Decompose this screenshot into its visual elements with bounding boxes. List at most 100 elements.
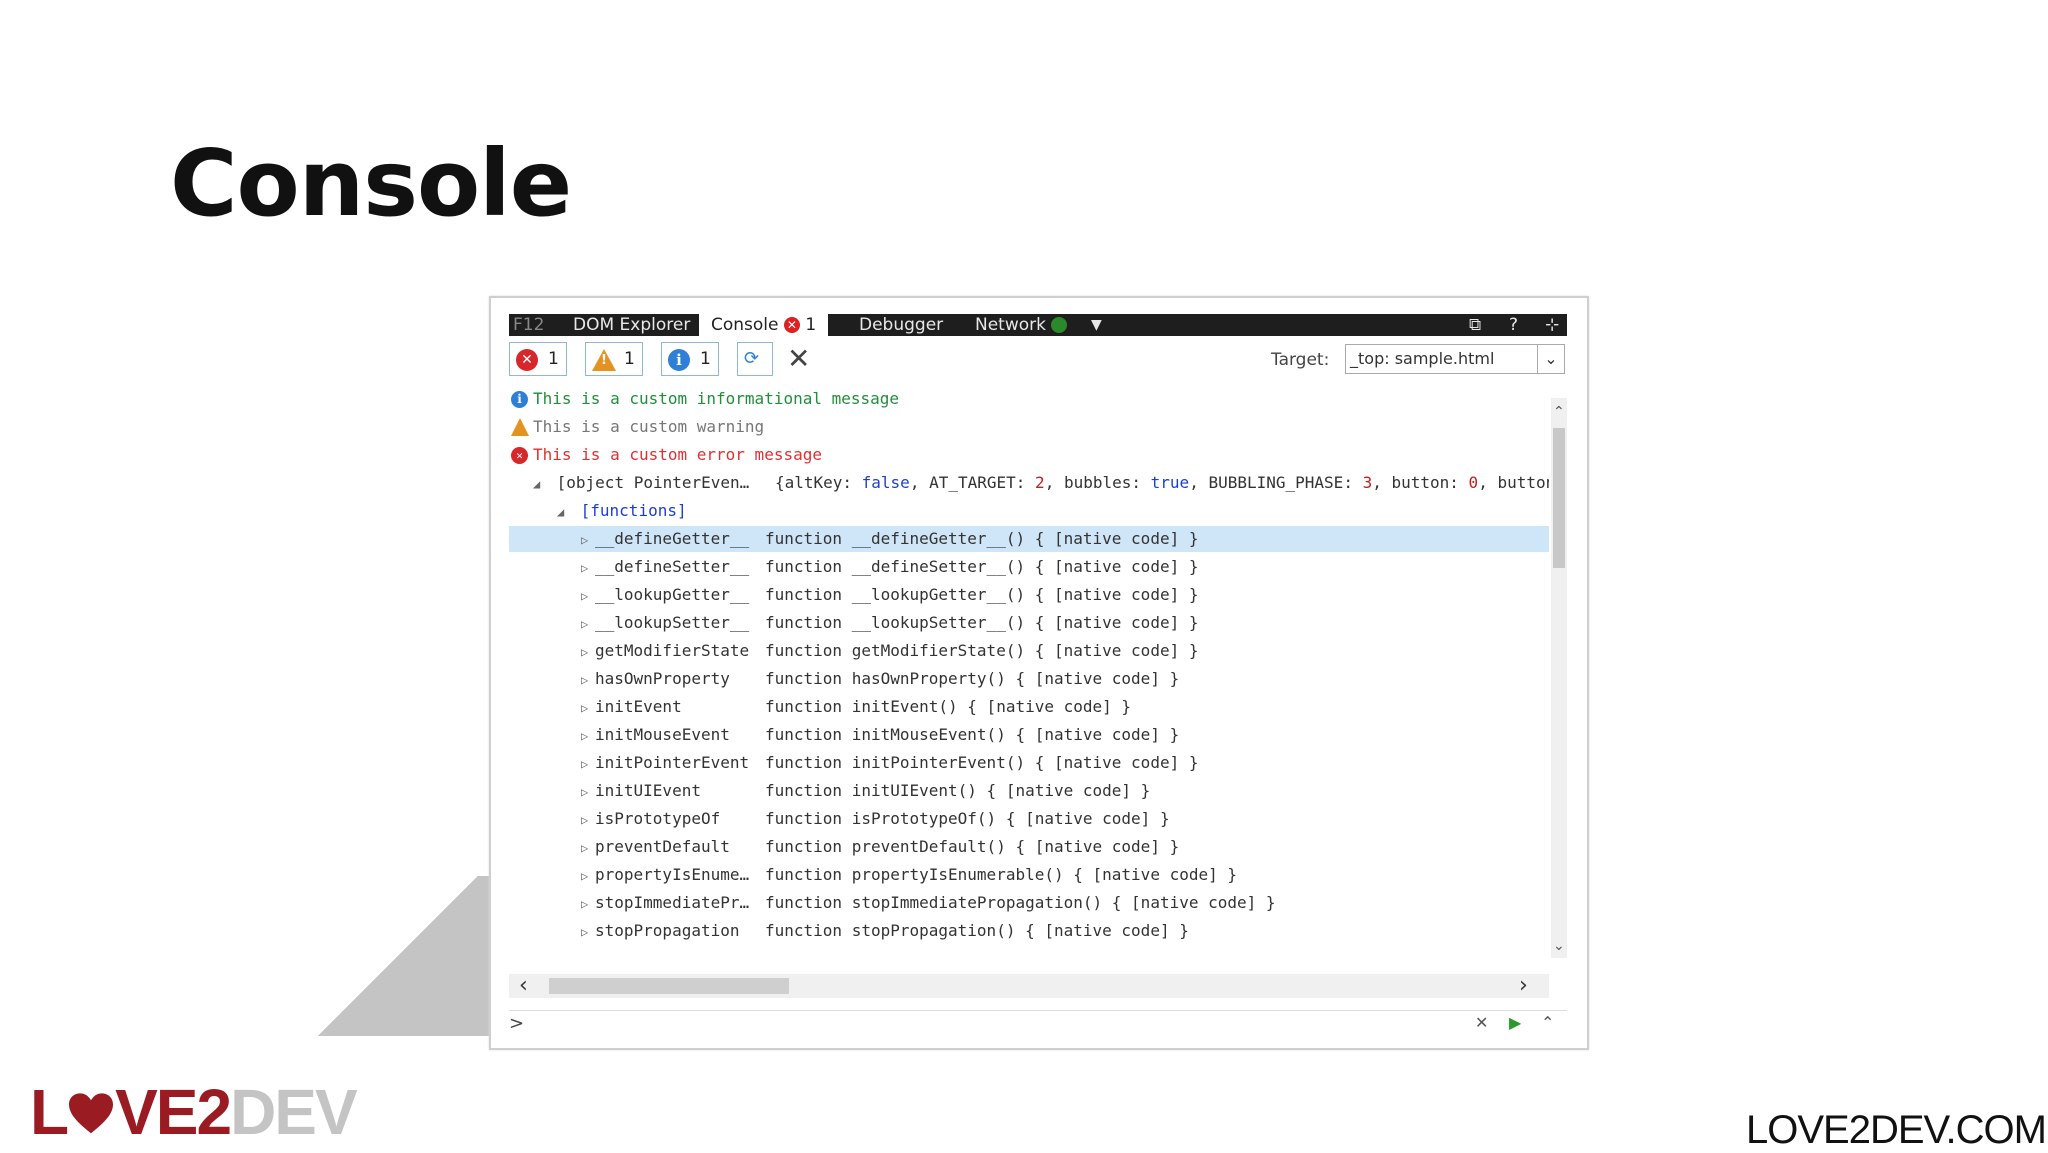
collapsed-caret-icon[interactable]: ▷ (581, 835, 595, 861)
function-name: preventDefault (595, 837, 730, 856)
horizontal-scrollbar-thumb[interactable] (549, 978, 789, 994)
collapsed-caret-icon[interactable]: ▷ (581, 695, 595, 721)
expanded-caret-icon[interactable]: ◢ (557, 499, 571, 525)
horizontal-scrollbar[interactable]: ‹ › (509, 974, 1549, 998)
slide-title: Console (170, 130, 572, 237)
collapsed-caret-icon[interactable]: ▷ (581, 863, 595, 889)
collapsed-caret-icon[interactable]: ▷ (581, 723, 595, 749)
function-row[interactable]: ▷ __lookupSetter__ function __lookupSetter… (509, 610, 1549, 636)
pin-icon[interactable]: ⊹ (1545, 314, 1559, 336)
function-value: function stopPropagation() { [native cod… (765, 921, 1189, 940)
footer-site-url: LOVE2DEV.COM (1746, 1108, 2047, 1152)
object-label: [object PointerEven… (556, 473, 750, 492)
help-icon[interactable]: ? (1509, 314, 1518, 336)
function-value: function initUIEvent() { [native code] } (765, 781, 1151, 800)
chevron-down-icon: ⌄ (1537, 345, 1564, 373)
vertical-scrollbar[interactable] (1551, 398, 1567, 958)
function-row[interactable]: ▷ initMouseEvent function initMouseEvent()… (509, 722, 1549, 748)
function-row[interactable]: ▷ stopImmediatePr… function stopImmediateP… (509, 890, 1549, 916)
collapsed-caret-icon[interactable]: ▷ (581, 779, 595, 805)
message-text: This is a custom informational message (533, 389, 900, 408)
multiline-toggle-icon[interactable]: ⌃ (1541, 1013, 1554, 1032)
function-value: function initEvent() { [native code] } (765, 697, 1132, 716)
tab-console[interactable]: Console ✕ 1 (699, 314, 829, 336)
target-label: Target: (1271, 350, 1330, 370)
function-name: stopImmediatePr… (595, 893, 750, 912)
function-value: function initMouseEvent() { [native code… (765, 725, 1180, 744)
command-prompt: > (509, 1013, 525, 1034)
warning-exclamation-icon: ! (601, 353, 607, 368)
function-row[interactable]: ▷ getModifierState function getModifierSta… (509, 638, 1549, 664)
collapsed-caret-icon[interactable]: ▷ (581, 583, 595, 609)
scroll-right-icon[interactable]: › (1519, 974, 1528, 998)
console-message-warning: This is a custom warning (509, 414, 1549, 440)
scroll-left-icon[interactable]: ‹ (519, 974, 528, 998)
tab-console-label: Console (711, 315, 779, 335)
collapsed-caret-icon[interactable]: ▷ (581, 527, 595, 553)
filter-info-button[interactable]: i 1 (661, 342, 719, 376)
collapsed-caret-icon[interactable]: ▷ (581, 891, 595, 917)
collapsed-caret-icon[interactable]: ▷ (581, 919, 595, 945)
function-row[interactable]: ▷ stopPropagation function stopPropagation… (509, 918, 1549, 944)
object-tree-row[interactable]: ◢ [object PointerEven… {altKey: false, A… (509, 470, 1549, 496)
function-row[interactable]: ▷ hasOwnProperty function hasOwnProperty()… (509, 666, 1549, 692)
more-tabs-dropdown-icon[interactable]: ▼ (1091, 314, 1102, 336)
function-value: function __defineGetter__() { [native co… (765, 529, 1199, 548)
tab-console-badge-count: 1 (805, 315, 817, 335)
tab-dom-explorer[interactable]: DOM Explorer (573, 314, 690, 336)
vertical-scrollbar-thumb[interactable] (1553, 428, 1565, 568)
warning-icon (511, 418, 529, 436)
function-name: initPointerEvent (595, 753, 750, 772)
function-row[interactable]: ▷ __lookupGetter__ function __lookupGetter… (509, 582, 1549, 608)
collapsed-caret-icon[interactable]: ▷ (581, 611, 595, 637)
collapsed-caret-icon[interactable]: ▷ (581, 667, 595, 693)
object-preview: {altKey: false, AT_TARGET: 2, bubbles: t… (774, 473, 1549, 492)
tab-f12[interactable]: F12 (513, 314, 544, 336)
function-row[interactable]: ▷ initPointerEvent function initPointerEve… (509, 750, 1549, 776)
console-toolbar: ✕ 1 ! 1 i 1 ⟳ ✕ Target: _top: sample.htm… (509, 342, 1567, 382)
scroll-up-icon[interactable]: ⌃ (1553, 404, 1565, 420)
collapsed-caret-icon[interactable]: ▷ (581, 555, 595, 581)
functions-label: [functions] (580, 501, 687, 520)
function-row[interactable]: ▷ isPrototypeOf function isPrototypeOf() {… (509, 806, 1549, 832)
devtools-window: F12 DOM Explorer Console ✕ 1 Debugger Ne… (489, 296, 1589, 1050)
function-value: function preventDefault() { [native code… (765, 837, 1180, 856)
function-row[interactable]: ▷ __defineSetter__ function __defineSetter… (509, 554, 1549, 580)
function-name: __lookupSetter__ (595, 613, 750, 632)
error-icon: ✕ (516, 349, 538, 371)
function-row[interactable]: ▷ initEvent function initEvent() { [native… (509, 694, 1549, 720)
filter-errors-button[interactable]: ✕ 1 (509, 342, 567, 376)
message-text: This is a custom warning (533, 417, 765, 436)
clear-console-icon[interactable]: ✕ (787, 342, 810, 376)
function-row[interactable]: ▷ __defineGetter__ function __defineGetter… (509, 526, 1549, 552)
function-row[interactable]: ▷ preventDefault function preventDefault()… (509, 834, 1549, 860)
clear-input-icon[interactable]: ✕ (1475, 1013, 1488, 1032)
function-value: function initPointerEvent() { [native co… (765, 753, 1199, 772)
info-icon: i (511, 391, 528, 408)
run-icon[interactable]: ▶ (1509, 1013, 1521, 1032)
undock-icon[interactable]: ⧉ (1469, 314, 1481, 336)
navigate-clear-icon: ⟳ (744, 348, 760, 369)
function-value: function propertyIsEnumerable() { [nativ… (765, 865, 1238, 884)
collapsed-caret-icon[interactable]: ▷ (581, 751, 595, 777)
function-row[interactable]: ▷ propertyIsEnume… function propertyIsEnum… (509, 862, 1549, 888)
scroll-down-icon[interactable]: ⌄ (1553, 938, 1565, 954)
function-value: function __lookupGetter__() { [native co… (765, 585, 1199, 604)
collapsed-caret-icon[interactable]: ▷ (581, 639, 595, 665)
function-name: hasOwnProperty (595, 669, 730, 688)
clear-on-navigate-button[interactable]: ⟳ (737, 342, 773, 376)
tab-debugger[interactable]: Debugger (859, 314, 943, 336)
tab-network[interactable]: Network (975, 314, 1068, 336)
info-count: 1 (700, 349, 711, 369)
console-command-line[interactable]: > ✕ ▶ ⌃ (509, 1010, 1567, 1037)
function-name: initEvent (595, 697, 682, 716)
collapsed-caret-icon[interactable]: ▷ (581, 807, 595, 833)
expanded-caret-icon[interactable]: ◢ (533, 471, 547, 497)
function-row[interactable]: ▷ initUIEvent function initUIEvent() { [na… (509, 778, 1549, 804)
network-status-icon (1051, 317, 1068, 333)
filter-warnings-button[interactable]: ! 1 (585, 342, 643, 376)
errors-count: 1 (548, 349, 559, 369)
functions-group-row[interactable]: ◢ [functions] (509, 498, 1549, 524)
target-select[interactable]: _top: sample.html ⌄ (1345, 344, 1565, 374)
function-value: function hasOwnProperty() { [native code… (765, 669, 1180, 688)
